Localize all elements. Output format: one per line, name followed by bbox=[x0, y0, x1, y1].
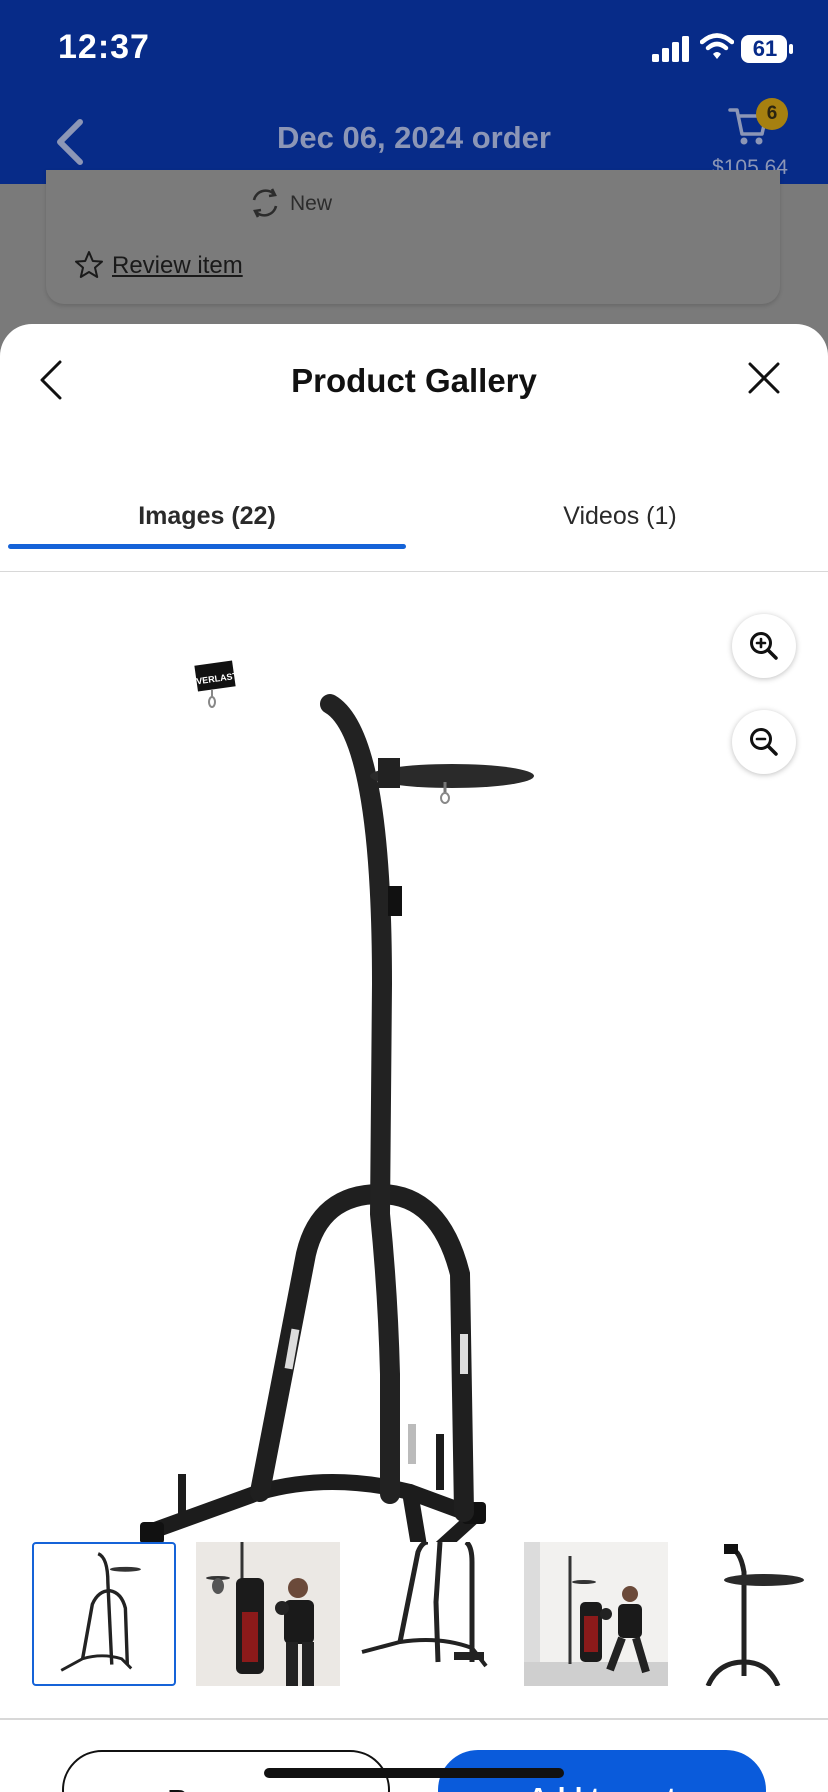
item-condition: New bbox=[290, 192, 333, 215]
tab-images[interactable]: Images (22) bbox=[8, 484, 406, 572]
tab-active-indicator bbox=[8, 544, 406, 549]
status-bar: 12:37 61 bbox=[0, 0, 828, 100]
zoom-in-button[interactable] bbox=[732, 614, 796, 678]
thumbnail-item[interactable] bbox=[688, 1542, 828, 1686]
order-item-card bbox=[46, 170, 780, 304]
close-icon[interactable] bbox=[746, 360, 782, 396]
thumbnail-item[interactable] bbox=[32, 1542, 176, 1686]
wifi-icon bbox=[700, 33, 734, 59]
thumbnail-strip bbox=[0, 1542, 828, 1692]
home-indicator bbox=[264, 1768, 564, 1778]
tab-videos[interactable]: Videos (1) bbox=[420, 484, 820, 572]
refresh-icon bbox=[252, 188, 278, 218]
divider bbox=[0, 1718, 828, 1720]
thumbnail-item[interactable] bbox=[360, 1542, 504, 1686]
product-gallery-sheet: Product Gallery Images (22) Videos (1) E… bbox=[0, 324, 828, 1792]
star-icon bbox=[75, 251, 103, 278]
zoom-in-icon bbox=[750, 632, 778, 660]
zoom-out-button[interactable] bbox=[732, 710, 796, 774]
battery-level: 61 bbox=[752, 36, 778, 61]
thumbnail-item[interactable] bbox=[196, 1542, 340, 1686]
review-item-link[interactable]: Review item bbox=[112, 252, 243, 280]
status-time: 12:37 bbox=[58, 28, 150, 66]
zoom-out-icon bbox=[750, 728, 778, 756]
gallery-title: Product Gallery bbox=[291, 362, 537, 399]
thumbnail-item[interactable] bbox=[524, 1542, 668, 1686]
cart-count-badge: 6 bbox=[756, 98, 788, 130]
cellular-signal-icon bbox=[652, 36, 689, 62]
page-title: Dec 06, 2024 order bbox=[276, 120, 551, 155]
app-header: 12:37 61 Dec 06, 2024 order 6 $105.64 bbox=[0, 0, 828, 184]
gallery-tabs: Images (22) Videos (1) bbox=[0, 484, 828, 572]
